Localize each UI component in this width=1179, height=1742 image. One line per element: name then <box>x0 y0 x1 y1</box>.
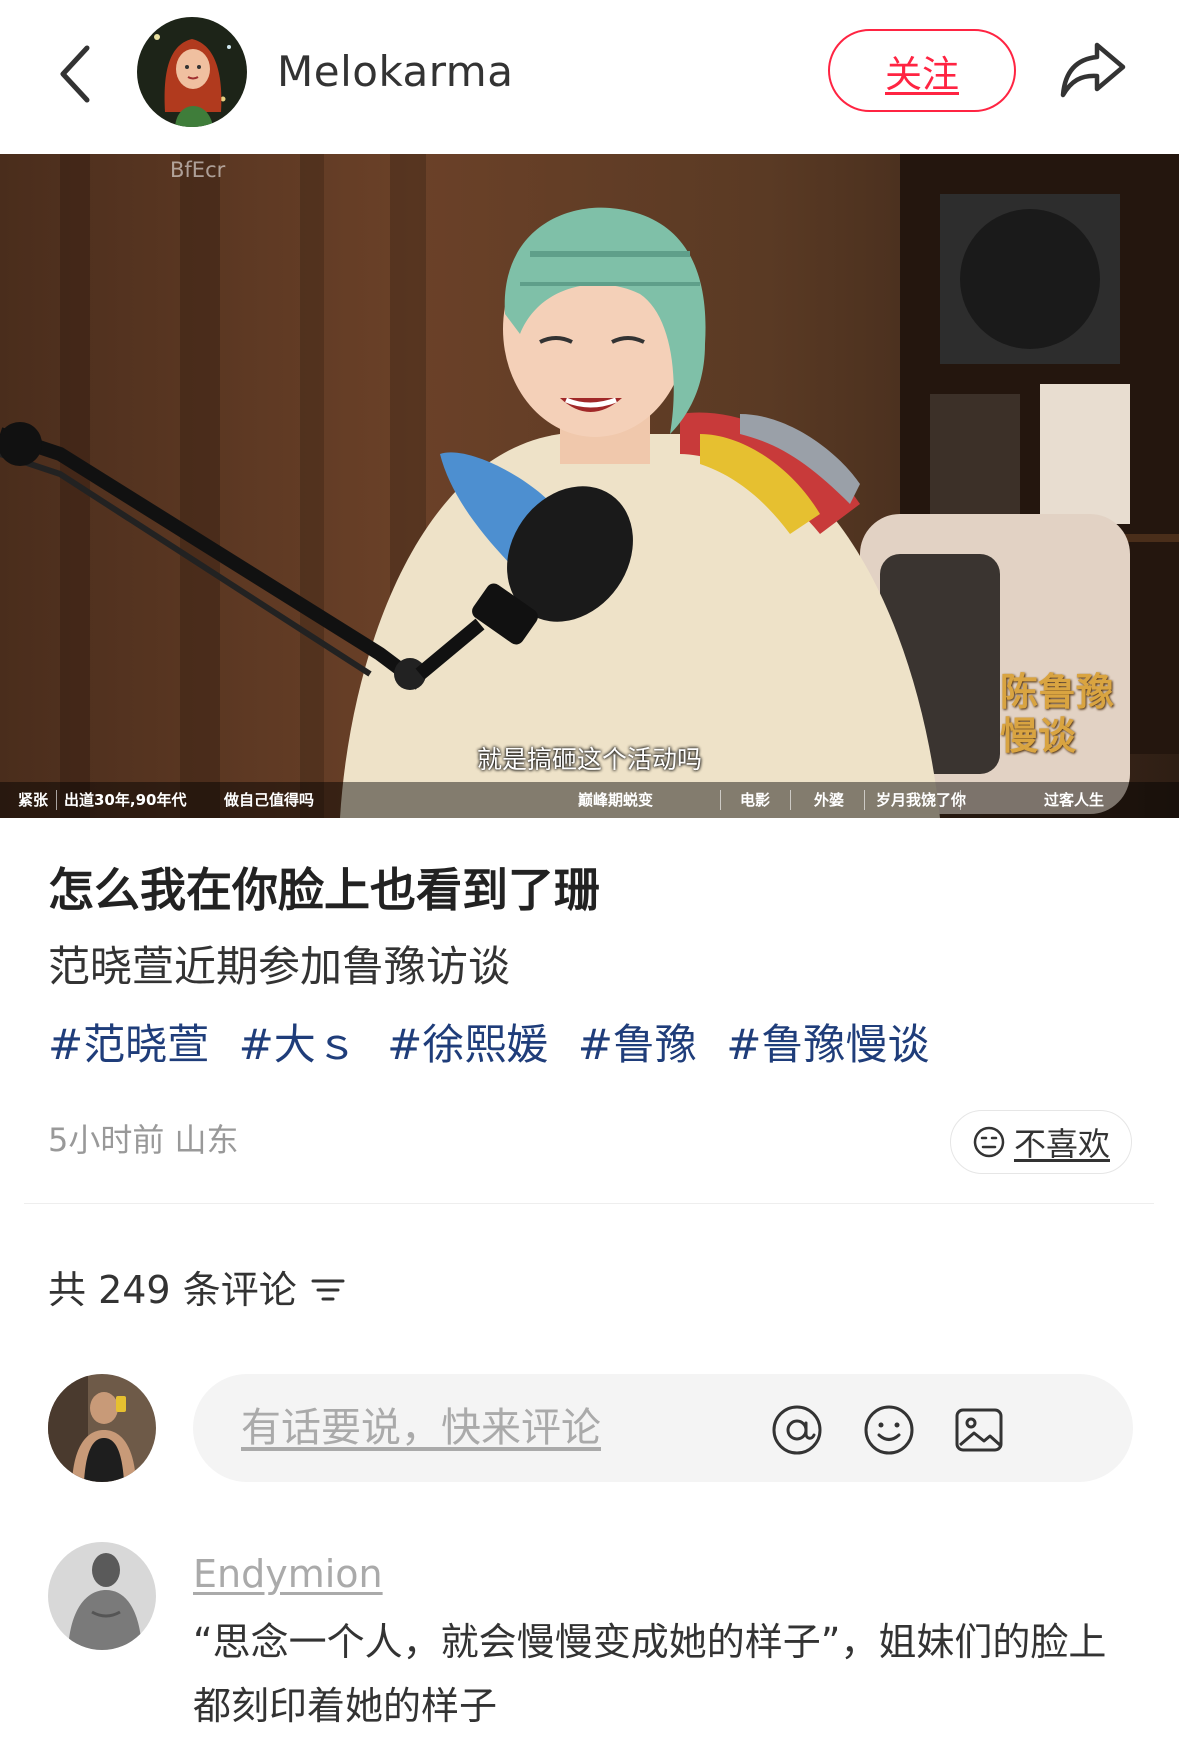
share-icon <box>1060 42 1126 98</box>
hashtag-link[interactable]: #鲁豫慢谈 <box>726 1020 929 1069</box>
chapter-divider <box>960 790 961 810</box>
show-watermark-logo: 陈鲁豫 慢谈 <box>1000 670 1120 758</box>
chapter-item[interactable]: 出道30年,90年代 <box>64 789 186 810</box>
chapter-item[interactable]: 巅峰期蜕变 <box>578 789 653 810</box>
back-button[interactable] <box>40 34 110 114</box>
top-bar: Melokarma 关注 <box>0 0 1179 154</box>
post-description: 范晓萱近期参加鲁豫访谈 <box>48 942 511 991</box>
post-meta: 5小时前 山东 <box>48 1121 239 1159</box>
comment-count: 共 249 条评论 <box>48 1268 297 1312</box>
image-icon <box>955 1408 1003 1452</box>
chapter-divider <box>864 790 865 810</box>
note-detail-page: Melokarma 关注 BfEcr 就是搞砸这个活动吗 陈鲁豫 慢谈 紧张 出… <box>0 0 1179 1742</box>
author-name[interactable]: Melokarma <box>277 42 513 102</box>
chapter-item[interactable]: 外婆 <box>814 789 844 810</box>
comment-text: “思念一个人，就会慢慢变成她的样子”，姐妹们的脸上都刻印着她的样子 <box>193 1620 1107 1728</box>
at-icon <box>772 1405 822 1455</box>
tag-list: #范晓萱 #大ｓ #徐熙媛 #鲁豫 #鲁豫慢谈 <box>48 1015 945 1075</box>
commenter-avatar[interactable] <box>48 1542 156 1650</box>
chapter-item[interactable]: 电影 <box>740 789 770 810</box>
comment-input-placeholder: 有话要说，快来评论 <box>241 1405 601 1451</box>
video-overlay-text: BfEcr <box>170 158 226 182</box>
smiley-icon <box>864 1405 914 1455</box>
emoji-button[interactable] <box>861 1402 917 1458</box>
author-avatar[interactable] <box>137 17 247 127</box>
follow-button[interactable]: 关注 <box>828 29 1016 112</box>
hashtag-link[interactable]: #范晓萱 <box>48 1020 209 1069</box>
post-title: 怎么我在你脸上也看到了珊 <box>48 863 600 917</box>
current-user-avatar[interactable] <box>48 1374 156 1482</box>
comment-input[interactable]: 有话要说，快来评论 <box>193 1374 1133 1482</box>
share-button[interactable] <box>1050 30 1136 110</box>
chapter-item[interactable]: 岁月我饶了你 <box>876 789 966 810</box>
chapter-divider <box>720 790 721 810</box>
chapter-item[interactable]: 过客人生 <box>1044 789 1104 810</box>
hashtag-link[interactable]: #徐熙媛 <box>387 1020 548 1069</box>
watermark-line-2: 慢谈 <box>1000 713 1077 758</box>
chapter-divider <box>790 790 791 810</box>
chapter-item[interactable]: 紧张 <box>18 789 48 810</box>
sort-icon <box>311 1279 345 1301</box>
dislike-label: 不喜欢 <box>1013 1125 1110 1163</box>
chevron-left-icon <box>60 45 90 103</box>
dislike-button[interactable]: 不喜欢 <box>950 1110 1132 1174</box>
watermark-line-1: 陈鲁豫 <box>1000 669 1115 714</box>
commenter-name[interactable]: Endymion <box>193 1548 383 1600</box>
chapter-divider <box>56 790 57 810</box>
chapter-bar: 紧张 出道30年,90年代 做自己值得吗 巅峰期蜕变 电影 外婆 岁月我饶了你 … <box>0 782 1179 818</box>
hashtag-link[interactable]: #大ｓ <box>239 1020 358 1069</box>
chapter-item[interactable]: 做自己值得吗 <box>224 789 314 810</box>
section-divider <box>24 1203 1154 1204</box>
comment-sort-toggle[interactable]: 共 249 条评论 <box>48 1262 345 1318</box>
image-upload-button[interactable] <box>951 1402 1007 1458</box>
neutral-face-icon <box>973 1126 1005 1158</box>
video-player[interactable]: BfEcr 就是搞砸这个活动吗 陈鲁豫 慢谈 紧张 出道30年,90年代 做自己… <box>0 154 1179 818</box>
hashtag-link[interactable]: #鲁豫 <box>578 1020 697 1069</box>
mention-button[interactable] <box>769 1402 825 1458</box>
